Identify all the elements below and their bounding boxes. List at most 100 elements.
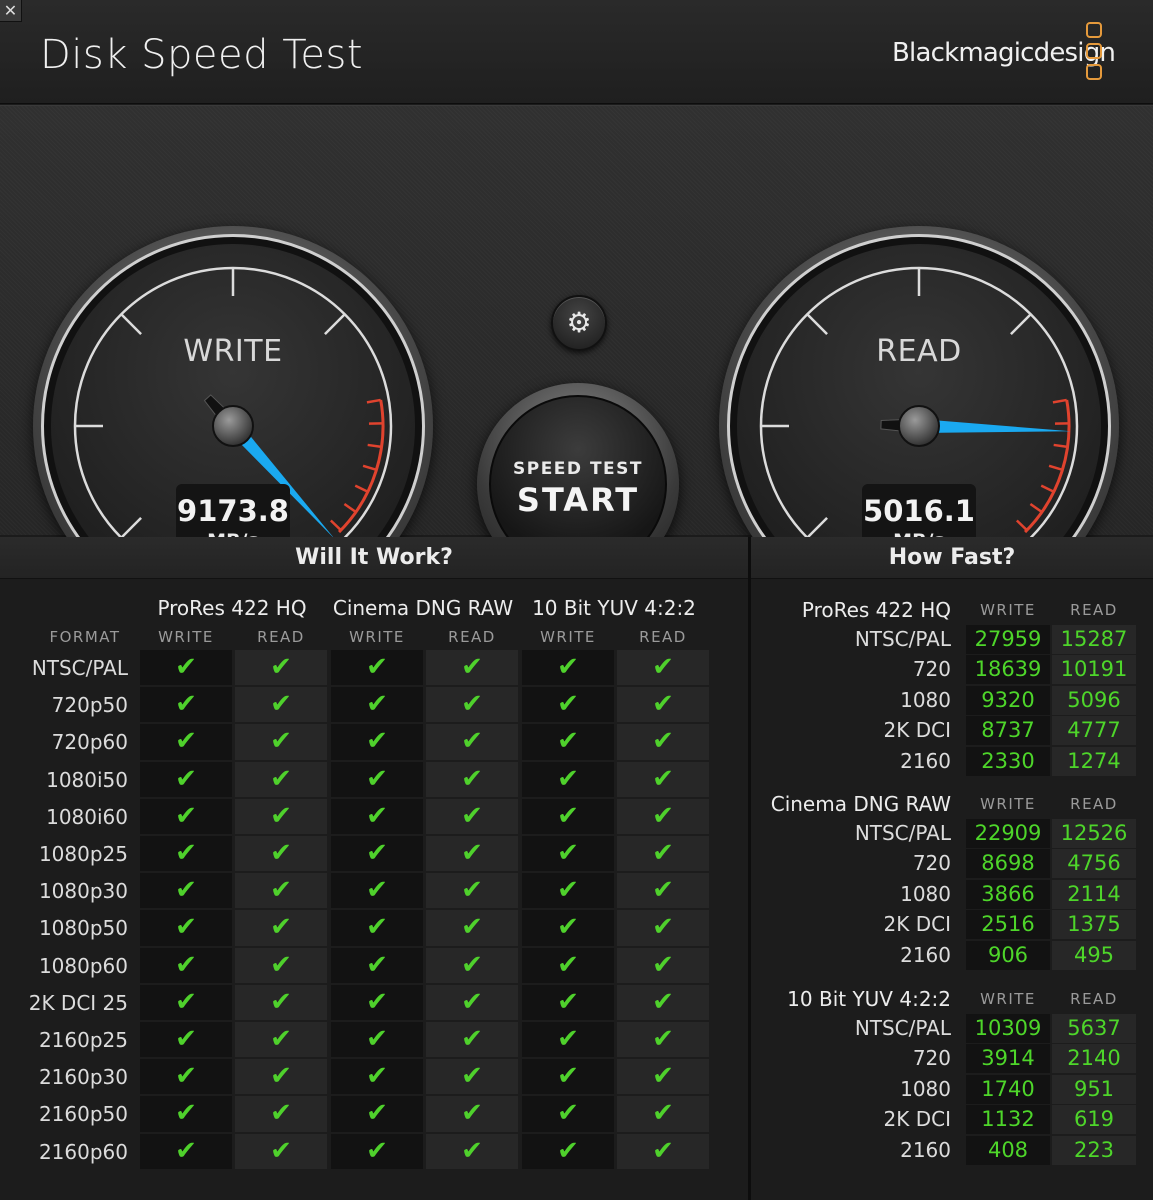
checkmark-icon: ✔ [652,726,674,757]
check-cell: ✔ [426,1059,518,1095]
brand-logo-icon [1086,22,1104,86]
group-title: 10 Bit YUV 4:2:2 [532,596,696,620]
checkmark-icon: ✔ [557,912,579,943]
checkmark-icon: ✔ [652,912,674,943]
check-cell: ✔ [426,650,518,686]
read-column-header: READ [257,628,305,646]
checkmark-icon: ✔ [175,1024,197,1054]
checkmark-icon: ✔ [175,1061,197,1092]
checkmark-icon: ✔ [652,1135,674,1166]
check-cell: ✔ [522,1022,614,1058]
gauge-panel: WRITE 9173.8 MB/s ⚙ SPEED TEST START REA… [0,105,1153,626]
checkmark-icon: ✔ [270,726,292,757]
checkmark-icon: ✔ [175,800,197,831]
settings-button[interactable]: ⚙ [551,295,607,351]
checkmark-icon: ✔ [270,875,292,906]
check-cell: ✔ [617,761,709,797]
check-cell: ✔ [617,1059,709,1095]
checkmark-icon: ✔ [366,838,388,868]
check-cell: ✔ [331,1096,423,1132]
checkmark-icon: ✔ [366,763,388,794]
read-column-header: READ [639,628,687,646]
check-cell: ✔ [426,1096,518,1132]
write-frame-rate: 8737 [966,716,1050,746]
write-column-header: WRITE [980,601,1036,619]
speed-row-label: 2160 [900,942,951,967]
checkmark-icon: ✔ [461,763,483,794]
check-cell: ✔ [426,798,518,834]
gear-icon: ⚙ [566,306,592,339]
fast-group-title: ProRes 422 HQ [801,598,951,622]
checkmark-icon: ✔ [366,652,388,682]
write-frame-rate: 1740 [966,1074,1050,1104]
write-major-tick [120,313,142,335]
check-cell: ✔ [331,984,423,1020]
group-title: ProRes 422 HQ [157,596,307,620]
checkmark-icon: ✔ [175,949,197,980]
read-frame-rate: 619 [1052,1105,1136,1135]
read-frame-rate: 5096 [1052,685,1136,715]
checkmark-icon: ✔ [270,986,292,1017]
check-cell: ✔ [235,873,327,909]
checkmark-icon: ✔ [461,1098,483,1129]
checkmark-icon: ✔ [270,1061,292,1092]
speed-row-label: NTSC/PAL [854,627,951,651]
check-cell: ✔ [235,910,327,946]
write-column-header: WRITE [980,990,1036,1008]
read-column-header: READ [1070,990,1118,1008]
check-cell: ✔ [235,687,327,723]
format-row-label: 1080p50 [38,916,128,941]
checkmark-icon: ✔ [652,800,674,831]
checkmark-icon: ✔ [366,726,388,757]
start-button-label: START [516,481,640,519]
write-frame-rate: 18639 [966,655,1050,685]
read-column-header: READ [1070,601,1118,619]
write-frame-rate: 8698 [966,849,1050,879]
speed-row-label: 1080 [900,1076,951,1101]
read-frame-rate: 4777 [1052,716,1136,746]
read-redline-tick [1048,464,1063,472]
checkmark-icon: ✔ [557,1061,579,1092]
will-it-work-panel: Will It Work? ProRes 422 HQ Cinema DNG RA… [0,537,748,1200]
check-cell: ✔ [331,910,423,946]
group-title: Cinema DNG RAW [332,596,514,620]
write-major-tick [120,517,142,539]
checkmark-icon: ✔ [175,1135,197,1166]
format-row-label: 720p60 [51,730,128,755]
write-frame-rate: 3866 [966,879,1050,909]
check-cell: ✔ [617,1022,709,1058]
check-cell: ✔ [522,1059,614,1095]
check-cell: ✔ [140,947,232,983]
speed-row-label: NTSC/PAL [854,1016,951,1040]
check-cell: ✔ [522,910,614,946]
checkmark-icon: ✔ [461,652,483,682]
check-cell: ✔ [235,798,327,834]
write-frame-rate: 22909 [966,819,1050,848]
format-row-label: 2K DCI 25 [28,990,128,1015]
checkmark-icon: ✔ [652,986,674,1017]
check-cell: ✔ [235,761,327,797]
checkmark-icon: ✔ [461,726,483,757]
format-row-label: 1080p30 [38,879,128,904]
speed-row-label: 1080 [900,687,951,712]
checkmark-icon: ✔ [557,1135,579,1166]
format-row-label: 2160p60 [38,1139,128,1164]
format-column-header: FORMAT [49,628,121,646]
write-frame-rate: 1132 [966,1105,1050,1135]
check-cell: ✔ [617,650,709,686]
read-frame-rate: 5637 [1052,1014,1136,1043]
checkmark-icon: ✔ [270,949,292,980]
check-cell: ✔ [331,947,423,983]
read-redline-tick [1052,398,1067,404]
check-cell: ✔ [235,947,327,983]
check-cell: ✔ [235,1059,327,1095]
checkmark-icon: ✔ [557,763,579,794]
checkmark-icon: ✔ [652,838,674,868]
checkmark-icon: ✔ [366,800,388,831]
close-icon[interactable]: ✕ [0,0,22,22]
check-cell: ✔ [426,687,518,723]
check-cell: ✔ [522,761,614,797]
read-frame-rate: 1375 [1052,910,1136,940]
read-major-tick [1010,313,1032,335]
will-it-work-title: Will It Work? [0,537,748,579]
